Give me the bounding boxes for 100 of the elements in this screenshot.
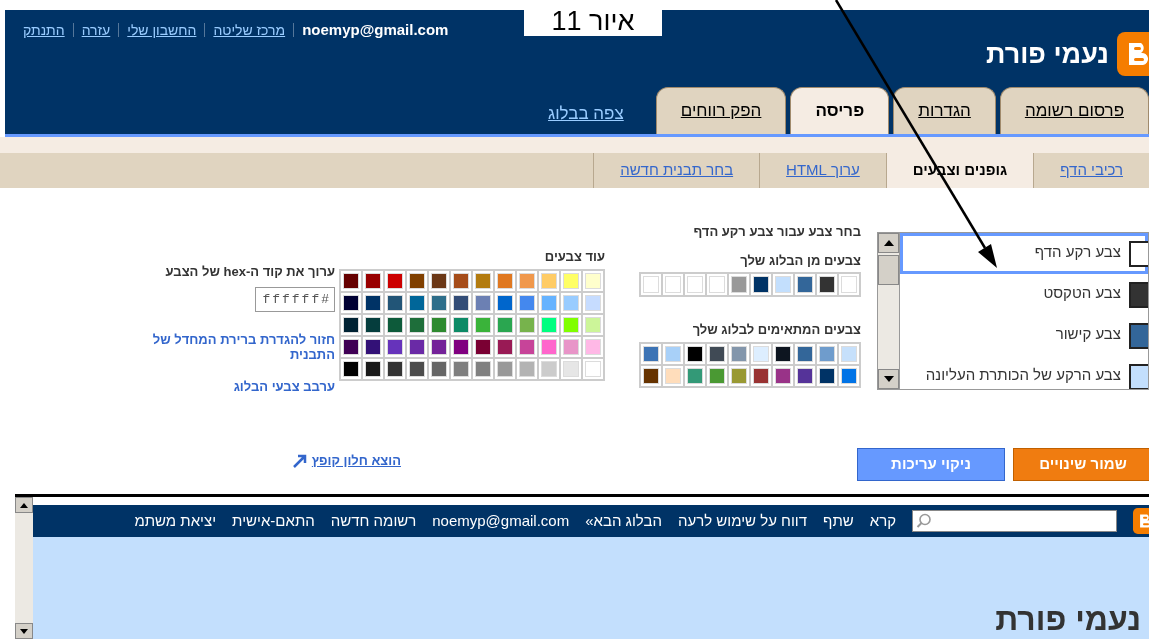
color-swatch[interactable] <box>365 316 381 333</box>
color-swatch[interactable] <box>409 316 425 333</box>
color-swatch[interactable] <box>343 294 359 311</box>
nav-tab[interactable]: פריסה <box>790 87 890 134</box>
color-swatch[interactable] <box>687 367 703 384</box>
color-swatch[interactable] <box>731 276 747 293</box>
header-link[interactable]: התנתק <box>23 19 65 41</box>
scroll-down-icon[interactable] <box>878 369 899 389</box>
color-swatch[interactable] <box>775 345 791 362</box>
color-swatch[interactable] <box>409 360 425 377</box>
color-swatch[interactable] <box>343 272 359 289</box>
color-swatch[interactable] <box>387 294 403 311</box>
color-swatch[interactable] <box>475 272 491 289</box>
scroll-up-icon[interactable] <box>878 233 899 253</box>
color-swatch[interactable] <box>841 367 857 384</box>
color-swatch[interactable] <box>343 338 359 355</box>
navbar-link[interactable]: הבלוג הבא» <box>585 509 662 533</box>
color-swatch[interactable] <box>687 276 703 293</box>
color-swatch[interactable] <box>453 316 469 333</box>
color-swatch[interactable] <box>519 272 535 289</box>
view-blog-link[interactable]: צפה בבלוג <box>548 100 624 126</box>
color-swatch[interactable] <box>563 338 579 355</box>
color-swatch[interactable] <box>753 276 769 293</box>
color-swatch[interactable] <box>453 338 469 355</box>
color-swatch[interactable] <box>819 367 835 384</box>
color-swatch[interactable] <box>431 360 447 377</box>
navbar-link[interactable]: יציאת משתמ <box>134 509 217 533</box>
header-link[interactable]: עזרה <box>81 19 111 41</box>
scroll-thumb[interactable] <box>878 255 899 285</box>
navbar-link[interactable]: noemyp@gmail.com <box>432 509 570 533</box>
color-swatch[interactable] <box>541 338 557 355</box>
popup-link[interactable]: הוצא חלון קופץ <box>311 451 401 471</box>
color-swatch[interactable] <box>753 345 769 362</box>
hex-input-field[interactable]: #ffffff <box>255 286 335 312</box>
color-swatch[interactable] <box>585 338 601 355</box>
color-swatch[interactable] <box>563 272 579 289</box>
color-swatch[interactable] <box>475 338 491 355</box>
color-swatch[interactable] <box>431 294 447 311</box>
color-swatch[interactable] <box>541 316 557 333</box>
color-swatch[interactable] <box>665 367 681 384</box>
navbar-link[interactable]: רשומה חדשה <box>330 509 417 533</box>
scrollbar[interactable] <box>878 233 900 389</box>
color-swatch[interactable] <box>453 294 469 311</box>
element-item[interactable]: צבע הטקסט <box>900 274 1148 315</box>
nav-tab[interactable]: הפק רווחים <box>655 87 787 134</box>
color-swatch[interactable] <box>563 316 579 333</box>
color-swatch[interactable] <box>797 367 813 384</box>
color-swatch[interactable] <box>585 360 601 377</box>
color-swatch[interactable] <box>665 276 681 293</box>
color-swatch[interactable] <box>497 316 513 333</box>
reset-link[interactable]: חזור להגדרת ברירת המחדל של התבנית <box>120 331 335 362</box>
scroll-up-icon[interactable] <box>15 497 33 513</box>
color-swatch[interactable] <box>841 345 857 362</box>
header-link[interactable]: מרכז שליטה <box>213 19 286 41</box>
color-swatch[interactable] <box>365 272 381 289</box>
navbar-link[interactable]: דווח על שימוש לרעה <box>678 509 808 533</box>
color-swatch[interactable] <box>709 276 725 293</box>
color-swatch[interactable] <box>387 338 403 355</box>
color-swatch[interactable] <box>365 294 381 311</box>
color-swatch[interactable] <box>775 276 791 293</box>
color-swatch[interactable] <box>387 316 403 333</box>
element-item[interactable]: צבע הרקע של הכותרת העליונה <box>900 356 1148 389</box>
color-swatch[interactable] <box>409 338 425 355</box>
color-swatch[interactable] <box>541 360 557 377</box>
color-swatch[interactable] <box>585 316 601 333</box>
color-swatch[interactable] <box>431 272 447 289</box>
color-swatch[interactable] <box>731 345 747 362</box>
color-swatch[interactable] <box>409 272 425 289</box>
color-swatch[interactable] <box>431 316 447 333</box>
color-swatch[interactable] <box>519 338 535 355</box>
color-swatch[interactable] <box>709 367 725 384</box>
header-link[interactable]: החשבון שלי <box>127 19 197 41</box>
navbar-link[interactable]: שתף <box>823 509 854 533</box>
color-swatch[interactable] <box>541 294 557 311</box>
color-swatch[interactable] <box>519 360 535 377</box>
color-swatch[interactable] <box>453 360 469 377</box>
element-item[interactable]: צבע קישור <box>900 315 1148 356</box>
color-swatch[interactable] <box>387 360 403 377</box>
color-swatch[interactable] <box>775 367 791 384</box>
search-field[interactable] <box>912 510 1117 532</box>
color-swatch[interactable] <box>563 360 579 377</box>
color-swatch[interactable] <box>753 367 769 384</box>
sub-tab[interactable]: ערוך HTML <box>759 153 886 188</box>
nav-tab[interactable]: פרסום רשומה <box>999 87 1149 134</box>
color-swatch[interactable] <box>365 338 381 355</box>
color-swatch[interactable] <box>453 272 469 289</box>
color-swatch[interactable] <box>797 276 813 293</box>
color-swatch[interactable] <box>519 294 535 311</box>
color-swatch[interactable] <box>475 294 491 311</box>
color-swatch[interactable] <box>643 276 659 293</box>
color-swatch[interactable] <box>797 345 813 362</box>
color-swatch[interactable] <box>731 367 747 384</box>
color-swatch[interactable] <box>541 272 557 289</box>
color-swatch[interactable] <box>643 345 659 362</box>
color-swatch[interactable] <box>365 360 381 377</box>
color-swatch[interactable] <box>819 345 835 362</box>
color-swatch[interactable] <box>475 360 491 377</box>
element-item[interactable]: צבע רקע הדף <box>900 233 1148 274</box>
scroll-down-icon[interactable] <box>15 623 33 639</box>
nav-tab[interactable]: הגדרות <box>893 87 996 134</box>
